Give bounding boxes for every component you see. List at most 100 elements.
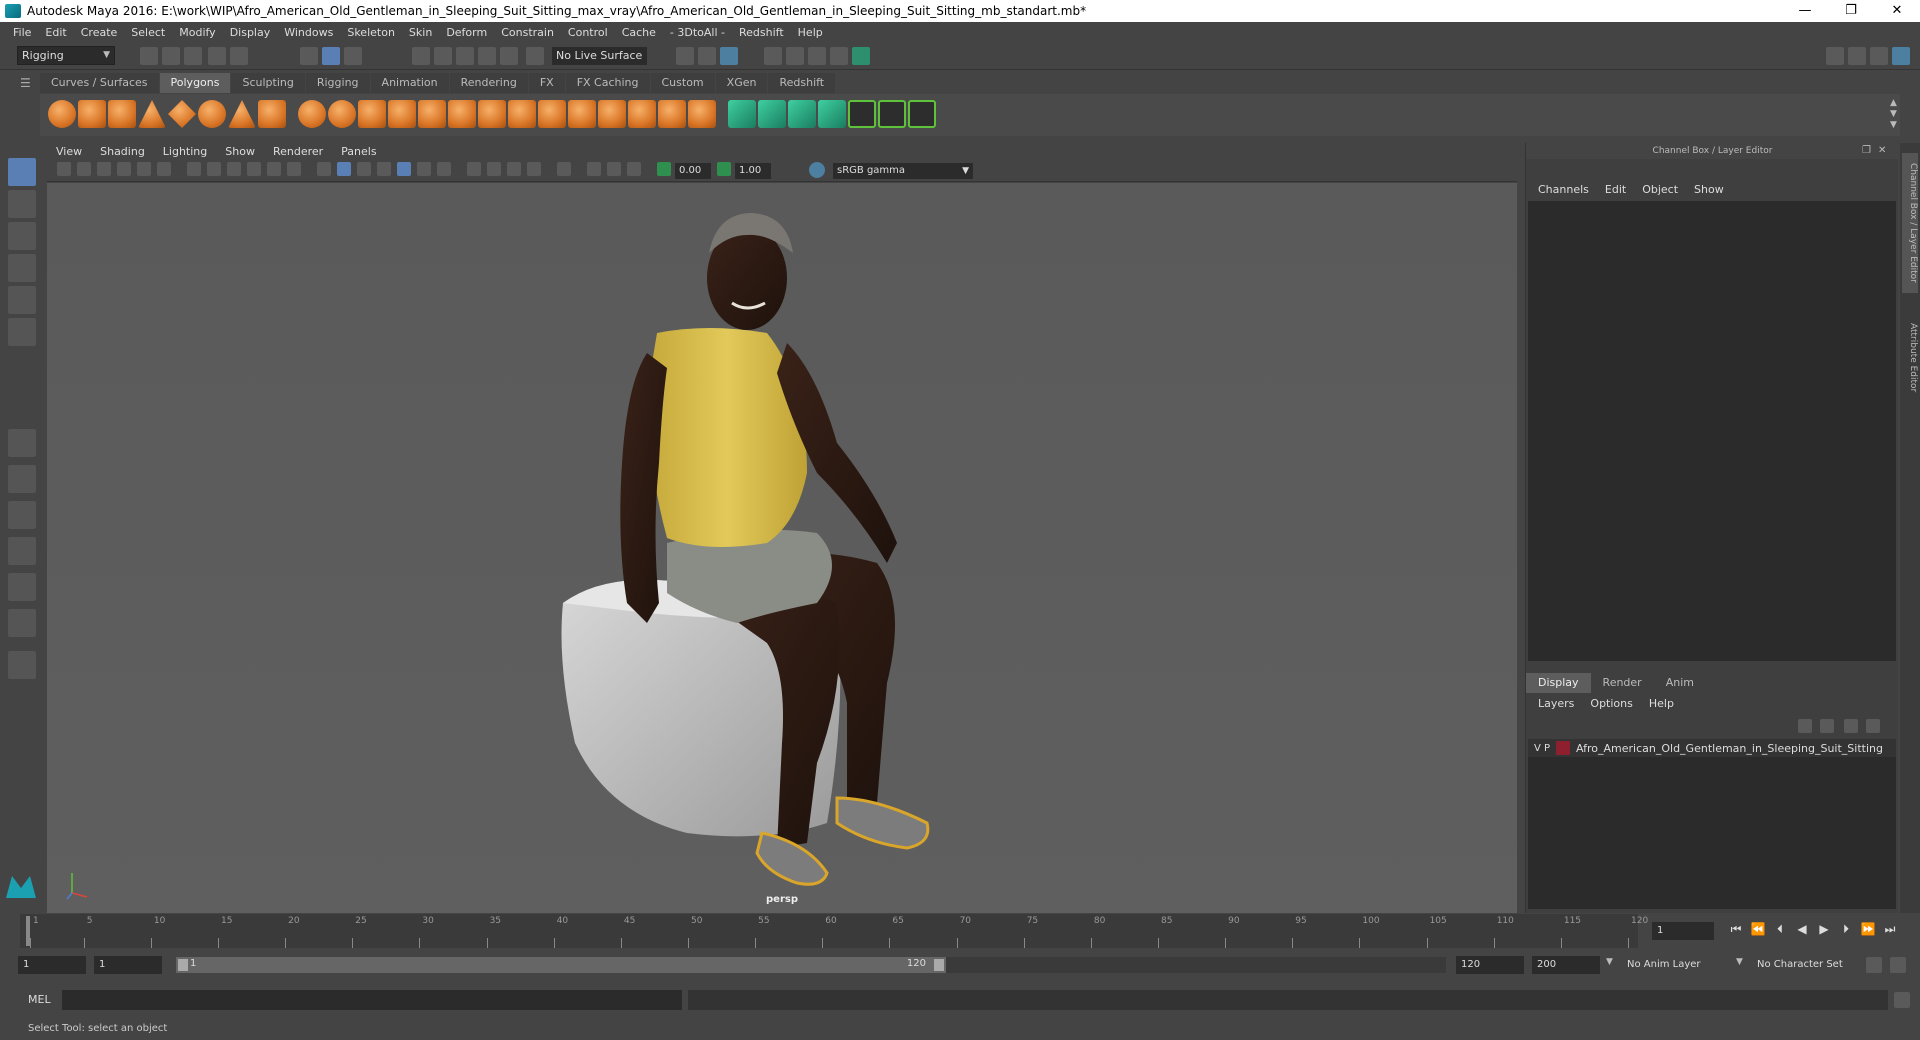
new-layer-icon[interactable] xyxy=(1844,719,1858,733)
shelf-tab-rendering[interactable]: Rendering xyxy=(449,73,528,93)
menu-display[interactable]: Display xyxy=(223,26,278,39)
shelf-scroll-icon[interactable]: ▲ ▼ ▼ xyxy=(1890,98,1897,131)
shelf-tab-polygons[interactable]: Polygons xyxy=(159,73,231,93)
current-frame-field[interactable]: 1 xyxy=(1652,922,1714,940)
output-ops-icon[interactable] xyxy=(698,47,716,65)
playback-start-field[interactable]: 1 xyxy=(94,956,162,974)
render-current-icon[interactable] xyxy=(786,47,804,65)
multisample-aa-icon[interactable] xyxy=(507,162,521,176)
hypershade-icon[interactable] xyxy=(852,47,870,65)
animation-end-field[interactable]: 200 xyxy=(1532,956,1600,974)
xray-icon[interactable] xyxy=(587,162,601,176)
poly-torus-icon[interactable] xyxy=(198,100,226,128)
panel-menu-view[interactable]: View xyxy=(47,145,91,158)
layer-row[interactable]: V P Afro_American_Old_Gentleman_in_Sleep… xyxy=(1528,739,1896,757)
go-to-end-icon[interactable]: ⏭ xyxy=(1879,922,1901,937)
poly-plane-icon[interactable] xyxy=(168,100,196,128)
time-slider[interactable]: 1 5 10 15 20 25 30 35 40 45 50 55 60 65 70 75 80 85 90 95 10… xyxy=(20,914,1648,948)
persp-graph-layout-icon[interactable] xyxy=(8,537,36,565)
menu-3dtoall[interactable]: - 3DtoAll - xyxy=(663,26,732,39)
camera-select-icon[interactable] xyxy=(57,162,71,176)
outliner-icon[interactable] xyxy=(1848,47,1866,65)
poly-bevel-icon[interactable] xyxy=(568,100,596,128)
bookmark-icon[interactable] xyxy=(97,162,111,176)
save-scene-icon[interactable] xyxy=(184,47,202,65)
shelf-tab-xgen[interactable]: XGen xyxy=(715,73,768,93)
shelf-tab-custom[interactable]: Custom xyxy=(650,73,715,93)
menu-skeleton[interactable]: Skeleton xyxy=(340,26,402,39)
step-forward-frame-icon[interactable]: ⏵ xyxy=(1835,922,1857,937)
snap-view-icon[interactable] xyxy=(478,47,496,65)
uv-spherical-icon[interactable] xyxy=(788,100,816,128)
cb-menu-show[interactable]: Show xyxy=(1686,181,1732,199)
xray-components-icon[interactable] xyxy=(627,162,641,176)
poly-append-icon[interactable] xyxy=(628,100,656,128)
render-settings-icon[interactable] xyxy=(830,47,848,65)
poly-smooth-icon[interactable] xyxy=(388,100,416,128)
use-default-material-icon[interactable] xyxy=(357,162,371,176)
snap-curve-icon[interactable] xyxy=(434,47,452,65)
uv-editor-icon[interactable] xyxy=(848,100,876,128)
view-transform-select[interactable]: sRGB gamma ▼ xyxy=(833,163,973,179)
menu-cache[interactable]: Cache xyxy=(615,26,663,39)
animation-start-field[interactable]: 1 xyxy=(18,956,86,974)
select-by-object-icon[interactable] xyxy=(322,47,340,65)
shelf-tab-fx-caching[interactable]: FX Caching xyxy=(565,73,650,93)
menu-redshift[interactable]: Redshift xyxy=(732,26,791,39)
le-menu-layers[interactable]: Layers xyxy=(1530,695,1582,713)
snap-surface-icon[interactable] xyxy=(500,47,518,65)
menu-edit[interactable]: Edit xyxy=(38,26,73,39)
exposure-field[interactable]: 0.00 xyxy=(675,163,711,179)
command-input[interactable] xyxy=(62,990,682,1010)
move-tool-icon[interactable] xyxy=(8,254,36,282)
menu-create[interactable]: Create xyxy=(74,26,125,39)
move-layer-up-icon[interactable] xyxy=(1798,719,1812,733)
range-slider[interactable]: 1 120 xyxy=(176,957,946,973)
smooth-shade-icon[interactable] xyxy=(337,162,351,176)
persp-relationship-layout-icon[interactable] xyxy=(8,609,36,637)
use-all-lights-icon[interactable] xyxy=(417,162,431,176)
uv-cylindrical-icon[interactable] xyxy=(758,100,786,128)
select-tool-icon[interactable] xyxy=(8,158,36,186)
poly-cube-icon[interactable] xyxy=(78,100,106,128)
panel-menu-panels[interactable]: Panels xyxy=(332,145,385,158)
channel-box-toggle-icon[interactable] xyxy=(1892,47,1910,65)
layer-tab-display[interactable]: Display xyxy=(1526,673,1591,693)
float-panel-icon[interactable]: ❐ xyxy=(1862,145,1871,156)
playback-end-field[interactable]: 120 xyxy=(1456,956,1524,974)
four-view-layout-icon[interactable] xyxy=(8,465,36,493)
le-menu-help[interactable]: Help xyxy=(1641,695,1682,713)
motion-blur-icon[interactable] xyxy=(487,162,501,176)
live-surface-field[interactable]: No Live Surface xyxy=(552,47,647,65)
new-scene-icon[interactable] xyxy=(140,47,158,65)
menu-help[interactable]: Help xyxy=(791,26,830,39)
poly-fill-hole-icon[interactable] xyxy=(658,100,686,128)
grid-icon[interactable] xyxy=(187,162,201,176)
poly-combine-icon[interactable] xyxy=(298,100,326,128)
snap-point-icon[interactable] xyxy=(456,47,474,65)
resolution-gate-icon[interactable] xyxy=(227,162,241,176)
character-set-field[interactable]: No Character Set xyxy=(1752,956,1862,974)
current-time-marker[interactable] xyxy=(26,916,30,946)
layer-tab-render[interactable]: Render xyxy=(1591,673,1654,693)
poly-bridge-icon[interactable] xyxy=(598,100,626,128)
depth-of-field-icon[interactable] xyxy=(527,162,541,176)
wireframe-icon[interactable] xyxy=(317,162,331,176)
menu-windows[interactable]: Windows xyxy=(277,26,340,39)
poly-cone-icon[interactable] xyxy=(138,100,166,128)
step-back-key-icon[interactable]: ⏪ xyxy=(1747,922,1769,937)
render-view-icon[interactable] xyxy=(764,47,782,65)
play-backwards-icon[interactable]: ◀ xyxy=(1791,922,1813,937)
screen-space-ao-icon[interactable] xyxy=(467,162,481,176)
go-to-start-icon[interactable]: ⏮ xyxy=(1725,922,1747,937)
uv-layout-icon[interactable] xyxy=(878,100,906,128)
shelf-tab-redshift[interactable]: Redshift xyxy=(768,73,836,93)
persp-outliner-layout-icon[interactable] xyxy=(8,501,36,529)
poly-multicut-icon[interactable] xyxy=(478,100,506,128)
le-menu-options[interactable]: Options xyxy=(1582,695,1640,713)
make-live-icon[interactable] xyxy=(526,47,544,65)
minimize-button[interactable]: — xyxy=(1782,0,1828,22)
shelf-tab-sculpting[interactable]: Sculpting xyxy=(231,73,305,93)
mode-selector[interactable]: Rigging ▼ xyxy=(17,46,115,65)
play-forwards-icon[interactable]: ▶ xyxy=(1813,922,1835,937)
